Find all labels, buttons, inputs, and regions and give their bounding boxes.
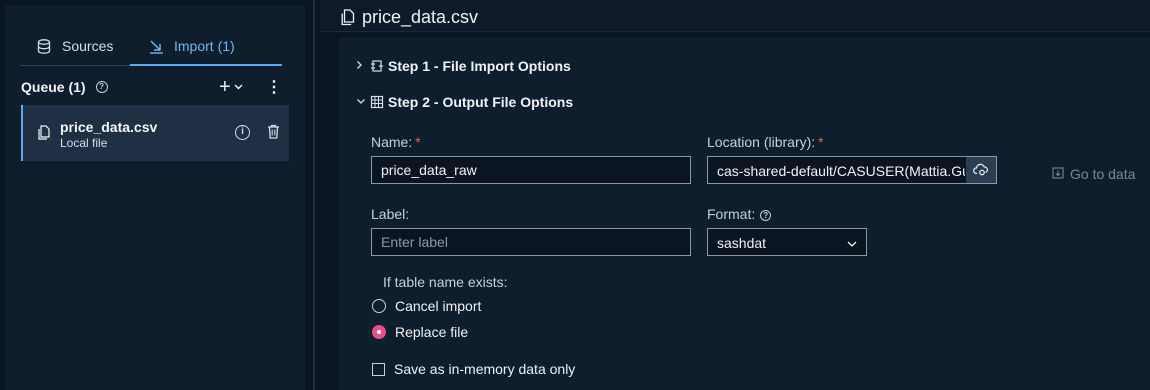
name-field-label: Name: * [371,134,421,150]
table-exists-label: If table name exists: [383,274,508,290]
tab-sources-label: Sources [62,38,114,54]
panel-divider[interactable] [313,0,315,390]
main-panel: Step 1 - File Import Options Step 2 - Ou… [339,38,1150,390]
chevron-right-icon [356,60,368,73]
name-field[interactable]: price_data_raw [371,156,691,184]
top-header: price_data.csv [320,0,1150,32]
database-icon [36,38,52,54]
import-arrow-icon [148,38,164,54]
file-icon [38,125,51,143]
cloud-browse-icon [973,163,988,176]
cloud-browse-button[interactable] [966,157,996,183]
chevron-down-icon [356,96,368,108]
label-field-label: Label: [371,206,410,222]
help-icon[interactable]: ? [95,81,108,93]
format-select[interactable]: sashdat [707,228,867,256]
location-field-label: Location (library): * [707,134,824,150]
queue-title: Queue (1) [21,79,86,95]
info-icon[interactable]: i [235,125,250,140]
chevron-down-icon [847,235,857,251]
file-options-icon [370,59,384,73]
radio-cancel-import[interactable]: Cancel import [372,296,481,316]
go-to-data-icon [1052,166,1064,182]
format-field-label: Format:? [707,206,772,222]
go-to-data-link[interactable]: Go to data [1052,166,1135,182]
help-icon[interactable]: ? [760,210,772,221]
step-1-toggle[interactable]: Step 1 - File Import Options [356,56,571,76]
add-button[interactable]: + [219,75,243,99]
radio-button[interactable] [372,299,386,313]
radio-cancel-import-label: Cancel import [395,298,482,314]
required-marker: * [818,134,824,150]
trash-icon[interactable] [267,124,280,142]
in-memory-checkbox-label: Save as in-memory data only [394,361,576,377]
label-field[interactable]: Enter label [371,228,691,256]
queue-item[interactable]: price_data.csv Local file i [21,105,289,161]
location-value: cas-shared-default/CASUSER(Mattia.Gu... [717,163,965,179]
format-value: sashdat [717,235,767,251]
radio-button-checked[interactable] [372,325,386,339]
in-memory-checkbox[interactable]: Save as in-memory data only [372,359,575,379]
radio-replace-file-label: Replace file [395,324,469,340]
tab-import-label: Import (1) [174,38,235,54]
step-2-label: Step 2 - Output File Options [388,94,574,110]
queue-item-name: price_data.csv [60,119,158,135]
page-title: price_data.csv [362,7,479,27]
queue-header: Queue (1) ? + ⋮ [21,75,285,99]
radio-replace-file[interactable]: Replace file [372,322,468,342]
file-icon [341,9,355,29]
location-field[interactable]: cas-shared-default/CASUSER(Mattia.Gu... [707,156,997,184]
left-tabs: Sources Import (1) [20,27,282,66]
tab-sources[interactable]: Sources [36,27,113,65]
more-options-icon[interactable]: ⋮ [266,75,282,99]
plus-icon: + [219,75,231,98]
queue-item-subtitle: Local file [60,136,108,150]
required-marker: * [415,134,421,150]
chevron-down-icon [234,82,243,93]
left-panel: Sources Import (1) Queue (1) ? + ⋮ price… [5,5,305,390]
go-to-data-label: Go to data [1070,166,1136,182]
tab-import[interactable]: Import (1) [130,27,282,66]
checkbox[interactable] [372,362,385,376]
step-2-toggle[interactable]: Step 2 - Output File Options [356,92,573,112]
table-output-icon [370,95,384,109]
step-1-label: Step 1 - File Import Options [388,58,571,74]
